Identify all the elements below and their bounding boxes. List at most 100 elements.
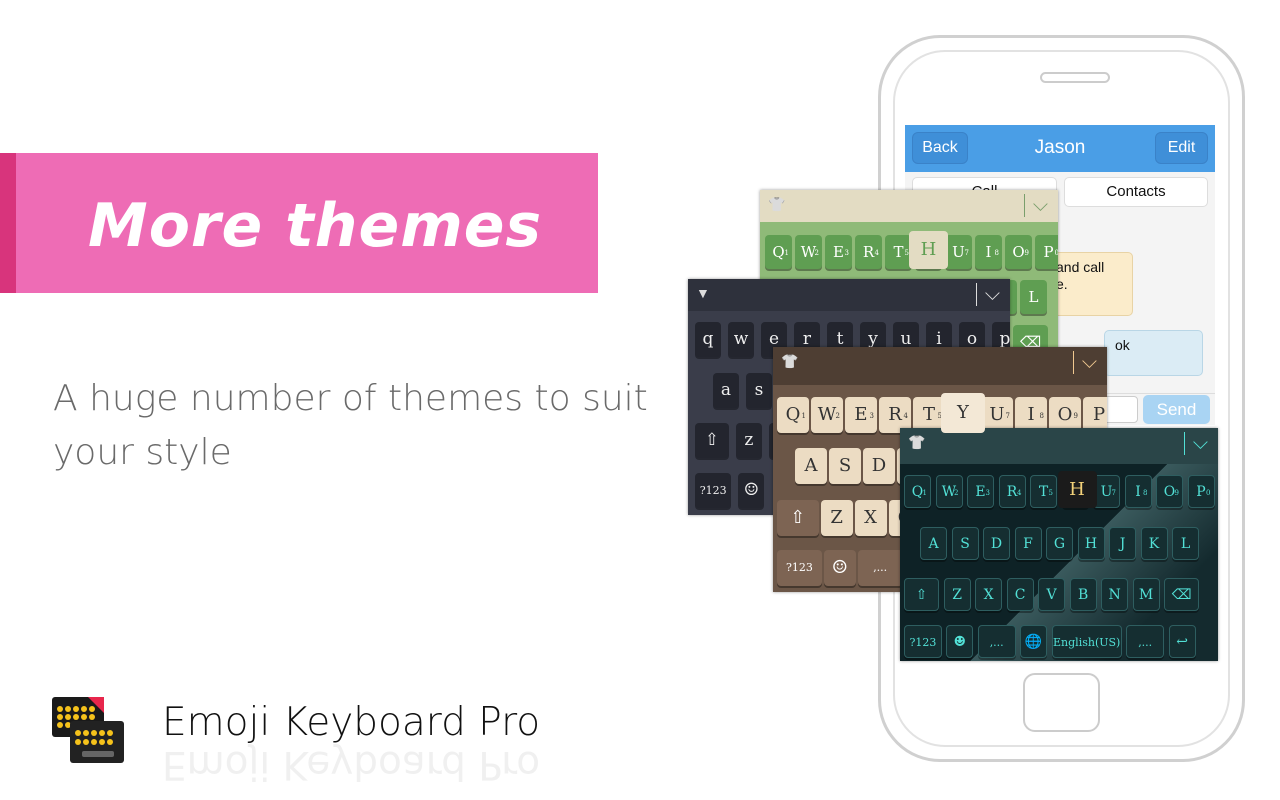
key[interactable]: W2 — [935, 475, 963, 508]
key[interactable]: U7 — [1093, 475, 1120, 508]
send-button[interactable]: Send — [1143, 395, 1210, 424]
key[interactable]: Q1 — [765, 235, 792, 269]
key[interactable]: J — [1109, 527, 1136, 560]
key[interactable]: O9 — [1005, 235, 1032, 269]
key[interactable]: ?123 — [904, 625, 942, 658]
key-label: e — [768, 329, 780, 349]
key[interactable]: L — [1172, 527, 1199, 560]
key-label: y — [868, 329, 878, 349]
incoming-message: and call e. — [1045, 252, 1133, 316]
key[interactable]: S — [829, 448, 861, 484]
key[interactable]: Q1 — [904, 475, 931, 508]
key[interactable]: C — [1006, 578, 1034, 611]
key[interactable]: D — [983, 527, 1010, 560]
key[interactable]: X — [975, 578, 1003, 611]
chevron-down-icon[interactable]: ⌵ — [1072, 351, 1097, 374]
key-label: D — [871, 455, 887, 476]
key[interactable]: X — [854, 500, 887, 536]
key-label: O — [1057, 404, 1073, 425]
shirt-icon[interactable]: 👕 — [768, 196, 785, 213]
key-preview-popup: H — [909, 231, 948, 269]
key[interactable]: Z — [820, 500, 853, 536]
key[interactable]: P0 — [1187, 475, 1215, 508]
key[interactable]: 🌐 — [1020, 625, 1048, 658]
key[interactable]: P0 — [1035, 235, 1058, 269]
key[interactable]: z — [735, 423, 762, 458]
key-number: 3 — [844, 249, 849, 257]
key[interactable]: Q1 — [777, 397, 809, 433]
key[interactable]: ⇧ — [695, 423, 729, 458]
key[interactable]: ↩ — [1168, 625, 1196, 658]
key[interactable]: E3 — [845, 397, 877, 433]
keyboard-toolbar: 👕 ⌵ — [773, 347, 1107, 385]
key[interactable]: ?123 — [695, 473, 732, 508]
key[interactable]: E3 — [825, 235, 852, 269]
key[interactable]: W2 — [795, 235, 822, 269]
key-label: E — [854, 404, 868, 425]
chevron-down-icon[interactable]: ⌵ — [975, 283, 1000, 306]
contacts-button[interactable]: Contacts — [1064, 177, 1208, 207]
key-label: ?123 — [699, 484, 727, 497]
tie-icon[interactable]: ▼ — [696, 285, 710, 301]
key[interactable]: ⇧ — [777, 500, 819, 536]
key-label: O — [1163, 484, 1176, 500]
key[interactable]: V — [1038, 578, 1066, 611]
banner-strip — [0, 153, 16, 293]
key[interactable]: S — [951, 527, 979, 560]
shirt-icon[interactable]: 👕 — [781, 353, 798, 370]
key[interactable]: D — [863, 448, 895, 484]
key[interactable]: U7 — [945, 235, 972, 269]
key[interactable]: K — [1140, 527, 1168, 560]
key[interactable]: W2 — [811, 397, 843, 433]
key[interactable]: ☻ — [946, 625, 974, 658]
key[interactable]: T5 — [885, 235, 912, 269]
key[interactable]: R4 — [855, 235, 882, 269]
chevron-down-icon[interactable]: ⌵ — [1023, 194, 1048, 217]
key[interactable]: B — [1069, 578, 1097, 611]
keyboard-theme-halloween: 👕⌵Q1W2E3R4T5Y6U7I8O9P0ASDFGHJKL⇧ZXCVBNM⌫… — [900, 428, 1218, 661]
key-label: E — [975, 484, 986, 500]
key[interactable]: O9 — [1156, 475, 1183, 508]
key[interactable]: T5 — [1030, 475, 1057, 508]
key-label: o — [966, 329, 978, 349]
key[interactable]: s — [746, 373, 772, 408]
chevron-down-icon[interactable]: ⌵ — [1183, 432, 1208, 455]
key-label: Q — [785, 404, 801, 425]
key[interactable]: ,... — [857, 550, 903, 586]
key[interactable]: R4 — [998, 475, 1026, 508]
key-label: A — [928, 536, 939, 552]
key[interactable]: F — [1014, 527, 1042, 560]
key-label: A — [804, 455, 818, 476]
key-number: 4 — [874, 249, 879, 257]
key-label: ↩ — [1176, 634, 1188, 650]
key-label: O — [1012, 243, 1025, 261]
phone-speaker — [1040, 72, 1110, 83]
key[interactable]: ,... — [1126, 625, 1165, 658]
key[interactable]: ☺ — [738, 473, 765, 508]
key[interactable]: q — [695, 322, 721, 357]
key[interactable]: ⌫ — [1164, 578, 1200, 611]
key[interactable]: H — [1077, 527, 1105, 560]
edit-button[interactable]: Edit — [1155, 132, 1208, 164]
key[interactable]: a — [713, 373, 739, 408]
key[interactable]: A — [795, 448, 827, 484]
key-label: s — [754, 380, 764, 400]
key[interactable]: G — [1046, 527, 1073, 560]
key[interactable]: ,... — [977, 625, 1016, 658]
key[interactable]: L — [1020, 280, 1047, 314]
key[interactable]: I8 — [1124, 475, 1152, 508]
key[interactable]: ☺ — [823, 550, 856, 586]
key[interactable]: E3 — [967, 475, 994, 508]
key[interactable]: Z — [943, 578, 971, 611]
key-label: ☺ — [743, 480, 760, 500]
key[interactable]: N — [1101, 578, 1129, 611]
shirt-icon[interactable]: 👕 — [908, 434, 925, 451]
key[interactable]: ⇧ — [904, 578, 940, 611]
home-button[interactable] — [1023, 673, 1100, 732]
key[interactable]: A — [920, 527, 947, 560]
key[interactable]: English(US) — [1051, 625, 1122, 658]
key[interactable]: w — [728, 322, 754, 357]
key[interactable]: I8 — [975, 235, 1002, 269]
key[interactable]: ?123 — [777, 550, 822, 586]
key[interactable]: M — [1132, 578, 1160, 611]
